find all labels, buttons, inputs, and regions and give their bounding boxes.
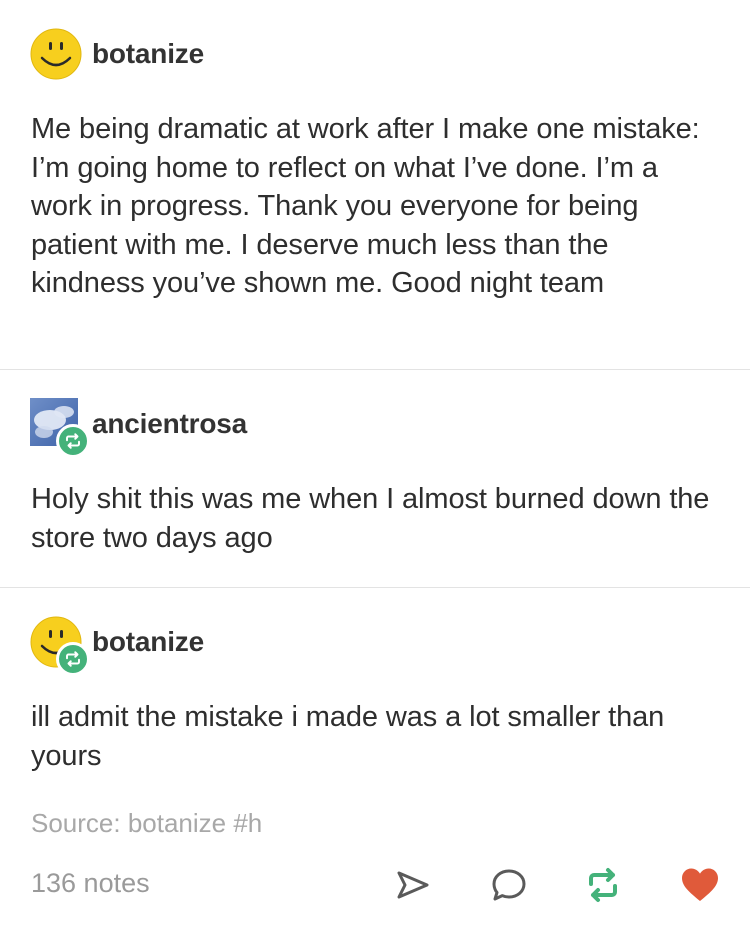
post-body-text: Me being dramatic at work after I make o… (31, 113, 700, 299)
smiley-face-avatar[interactable] (30, 616, 90, 676)
like-button[interactable] (677, 864, 723, 910)
post-username[interactable]: ancientrosa (92, 408, 247, 440)
cloud-sky-avatar[interactable] (30, 398, 90, 458)
reblog-icon (583, 865, 623, 910)
tumblr-post-thread: botanize Me being dramatic at work after… (0, 0, 750, 940)
post-username[interactable]: botanize (92, 38, 204, 70)
post-author[interactable]: botanize (30, 616, 204, 676)
notes-count[interactable]: 136 notes (31, 868, 150, 899)
post-body-text: Holy shit this was me when I almost burn… (31, 483, 710, 554)
like-heart-icon (680, 866, 720, 909)
smiley-face-avatar[interactable] (30, 28, 82, 80)
share-button[interactable] (390, 864, 436, 910)
reply-icon (490, 866, 528, 909)
post-body-text: ill admit the mistake i made was a lot s… (31, 701, 665, 772)
post-entry: botanize Me being dramatic at work after… (0, 0, 750, 370)
reblog-button[interactable] (580, 864, 626, 910)
post-footer: 136 notes (0, 860, 750, 912)
reply-button[interactable] (486, 864, 532, 910)
reblog-badge-icon (56, 642, 90, 676)
reblog-badge-icon (56, 424, 90, 458)
post-username[interactable]: botanize (92, 626, 204, 658)
post-author[interactable]: botanize (30, 28, 204, 80)
post-entry: ancientrosa Holy shit this was me when I… (0, 370, 750, 587)
post-author[interactable]: ancientrosa (30, 398, 247, 458)
share-icon (394, 866, 432, 909)
post-entry: botanize ill admit the mistake i made wa… (0, 588, 750, 798)
post-source-link[interactable]: Source: botanize #h (31, 808, 262, 839)
